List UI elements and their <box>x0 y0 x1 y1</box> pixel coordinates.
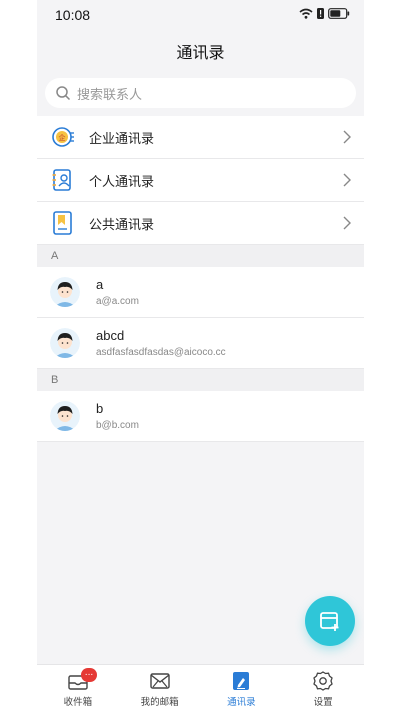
chevron-right-icon <box>343 216 351 230</box>
status-bar: 10:08 <box>37 0 364 30</box>
menu-item-enterprise[interactable]: 企 企业通讯录 <box>37 116 364 159</box>
contact-row[interactable]: abcd asdfasfasdfasdas@aicoco.cc <box>37 318 364 369</box>
bottom-tab-bar: ... 收件箱 我的邮箱 通讯录 设置 <box>37 664 364 711</box>
tab-inbox[interactable]: ... 收件箱 <box>37 665 119 711</box>
tab-label: 收件箱 <box>63 696 93 708</box>
avatar <box>50 277 80 307</box>
contact-email: asdfasfasdfasdas@aicoco.cc <box>96 347 226 358</box>
status-time: 10:08 <box>55 7 91 23</box>
avatar <box>50 328 80 358</box>
search-input[interactable]: 搜索联系人 <box>45 78 356 108</box>
tab-label: 通讯录 <box>227 696 256 708</box>
directory-menu: 企 企业通讯录 个人通讯录 公共通讯录 <box>37 116 364 245</box>
tab-label: 我的邮箱 <box>140 696 179 708</box>
tab-settings[interactable]: 设置 <box>282 665 364 711</box>
search-icon <box>56 86 71 101</box>
section-header-b: B <box>37 369 364 391</box>
contact-row[interactable]: a a@a.com <box>37 267 364 318</box>
tab-label: 设置 <box>313 696 333 708</box>
avatar <box>50 401 80 431</box>
search-bar: 搜索联系人 <box>37 72 364 116</box>
menu-item-label: 公共通讯录 <box>89 217 155 233</box>
contact-name: abcd <box>96 328 125 343</box>
settings-icon <box>313 670 333 691</box>
alert-icon <box>317 8 324 19</box>
wifi-icon <box>299 8 313 19</box>
contact-email: b@b.com <box>96 420 139 431</box>
contact-name: b <box>96 401 104 416</box>
app-screen: 10:08 通讯录 搜索联系人 企 企业通讯录 个人通讯录 公共通讯录 A a … <box>37 0 364 711</box>
contact-row[interactable]: b b@b.com <box>37 391 364 442</box>
enterprise-icon: 企 <box>51 125 75 149</box>
tab-contacts[interactable]: 通讯录 <box>201 665 283 711</box>
contacts-icon <box>233 671 250 690</box>
public-contacts-icon <box>51 211 75 235</box>
contact-email: a@a.com <box>96 296 139 307</box>
tab-my-mailbox[interactable]: 我的邮箱 <box>119 665 201 711</box>
svg-text:企: 企 <box>59 133 66 142</box>
unread-badge: ... <box>81 668 97 682</box>
chevron-right-icon <box>343 173 351 187</box>
chevron-right-icon <box>343 130 351 144</box>
contact-name: a <box>96 277 104 292</box>
mailbox-icon <box>149 672 170 689</box>
menu-item-public[interactable]: 公共通讯录 <box>37 202 364 245</box>
status-icons <box>299 8 350 19</box>
battery-icon <box>328 8 350 19</box>
section-header-a: A <box>37 245 364 267</box>
add-contact-button[interactable] <box>305 596 355 646</box>
menu-item-label: 个人通讯录 <box>89 174 155 190</box>
page-title: 通讯录 <box>176 43 225 62</box>
search-placeholder: 搜索联系人 <box>77 87 143 103</box>
add-contact-icon <box>320 612 339 631</box>
menu-item-label: 企业通讯录 <box>89 131 155 147</box>
personal-contacts-icon <box>51 168 75 192</box>
menu-item-personal[interactable]: 个人通讯录 <box>37 159 364 202</box>
